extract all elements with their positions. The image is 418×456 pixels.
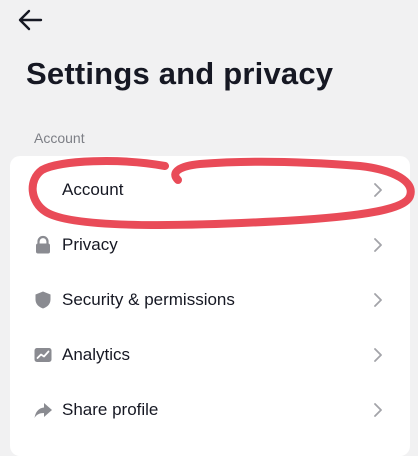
chart-icon bbox=[32, 344, 54, 366]
settings-item-label: Security & permissions bbox=[62, 289, 235, 309]
settings-item-analytics[interactable]: Analytics bbox=[10, 327, 410, 382]
arrow-left-icon bbox=[17, 9, 43, 36]
chevron-right-icon bbox=[371, 344, 385, 366]
back-button[interactable] bbox=[14, 8, 46, 36]
lock-icon bbox=[32, 234, 54, 256]
settings-item-label: Privacy bbox=[62, 234, 118, 254]
settings-item-label: Account bbox=[62, 179, 124, 199]
settings-item-privacy[interactable]: Privacy bbox=[10, 217, 410, 272]
section-label: Account bbox=[34, 130, 85, 146]
chevron-right-icon bbox=[371, 179, 385, 201]
settings-item-share-profile[interactable]: Share profile bbox=[10, 382, 410, 437]
chevron-right-icon bbox=[371, 234, 385, 256]
shield-icon bbox=[32, 289, 54, 311]
settings-item-security[interactable]: Security & permissions bbox=[10, 272, 410, 327]
settings-item-label: Analytics bbox=[62, 344, 131, 364]
chevron-right-icon bbox=[371, 289, 385, 311]
settings-item-account[interactable]: Account bbox=[10, 162, 410, 217]
settings-item-label: Share profile bbox=[62, 399, 159, 419]
settings-list: Account Privacy Security & permissions A… bbox=[10, 156, 410, 456]
page-title: Settings and privacy bbox=[26, 56, 334, 91]
share-icon bbox=[32, 399, 54, 421]
chevron-right-icon bbox=[371, 399, 385, 421]
